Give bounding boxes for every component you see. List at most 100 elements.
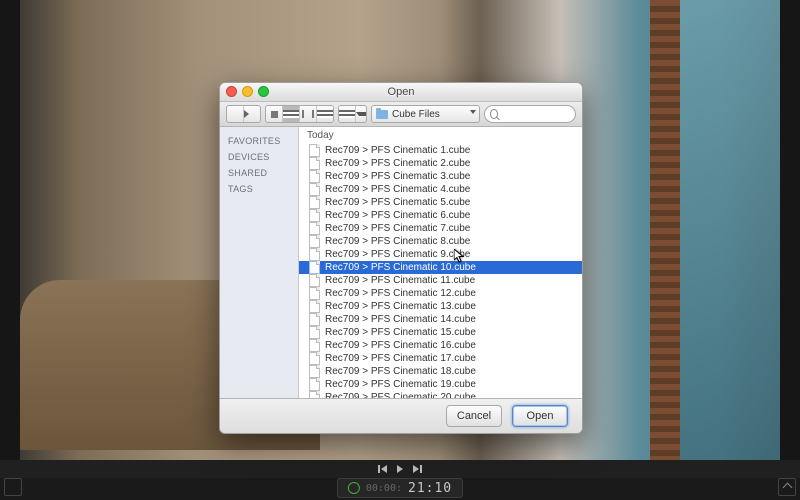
dialog-titlebar[interactable]: Open: [220, 83, 582, 102]
file-row[interactable]: Rec709 > PFS Cinematic 1.cube: [299, 144, 582, 157]
search-field[interactable]: [484, 105, 576, 123]
group-header: Today: [299, 127, 582, 144]
sidebar: FAVORITESDEVICESSHAREDTAGS: [220, 127, 299, 398]
file-row[interactable]: Rec709 > PFS Cinematic 18.cube: [299, 365, 582, 378]
file-row[interactable]: Rec709 > PFS Cinematic 19.cube: [299, 378, 582, 391]
file-row[interactable]: Rec709 > PFS Cinematic 4.cube: [299, 183, 582, 196]
cancel-button[interactable]: Cancel: [446, 405, 502, 427]
back-button[interactable]: [227, 106, 244, 122]
next-button[interactable]: [413, 465, 422, 473]
location-label: Cube Files: [392, 109, 440, 120]
file-name: Rec709 > PFS Cinematic 17.cube: [325, 353, 476, 364]
file-row[interactable]: Rec709 > PFS Cinematic 2.cube: [299, 157, 582, 170]
file-icon: [309, 157, 320, 170]
coverflow-icon: [317, 110, 333, 118]
file-name: Rec709 > PFS Cinematic 4.cube: [325, 184, 470, 195]
columns-icon: [302, 110, 314, 118]
file-row[interactable]: Rec709 > PFS Cinematic 14.cube: [299, 313, 582, 326]
chevron-left-icon: [227, 110, 243, 118]
icon-view-button[interactable]: [266, 106, 283, 122]
left-corner-button[interactable]: [4, 478, 22, 496]
file-icon: [309, 196, 320, 209]
file-list[interactable]: Rec709 > PFS Cinematic 1.cube Rec709 > PF…: [299, 144, 582, 398]
sidebar-section-shared[interactable]: SHARED: [220, 165, 298, 181]
chevron-right-icon: [244, 110, 260, 118]
prev-button[interactable]: [378, 465, 387, 473]
timecode-display[interactable]: 00:00: 21:10: [337, 478, 463, 498]
arrange-icon: [339, 110, 355, 118]
file-name: Rec709 > PFS Cinematic 16.cube: [325, 340, 476, 351]
file-name: Rec709 > PFS Cinematic 1.cube: [325, 145, 470, 156]
scene-window: [680, 0, 780, 460]
file-icon: [309, 365, 320, 378]
file-name: Rec709 > PFS Cinematic 5.cube: [325, 197, 470, 208]
file-row[interactable]: Rec709 > PFS Cinematic 9.cube: [299, 248, 582, 261]
chevron-down-icon: [356, 112, 366, 116]
file-name: Rec709 > PFS Cinematic 19.cube: [325, 379, 476, 390]
scene-brick-pillar: [650, 0, 680, 460]
dialog-footer: Cancel Open: [220, 398, 582, 433]
record-indicator-icon: [348, 482, 360, 494]
dialog-toolbar: Cube Files: [220, 102, 582, 127]
file-row[interactable]: Rec709 > PFS Cinematic 13.cube: [299, 300, 582, 313]
file-icon: [309, 274, 320, 287]
column-view-button[interactable]: [300, 106, 317, 122]
file-row[interactable]: Rec709 > PFS Cinematic 10.cube: [299, 261, 582, 274]
file-row[interactable]: Rec709 > PFS Cinematic 3.cube: [299, 170, 582, 183]
player-strip: 00:00: 21:10: [0, 460, 800, 500]
minimize-icon[interactable]: [242, 86, 253, 97]
frame-letterbox-left: [0, 0, 20, 500]
search-icon: [490, 109, 498, 119]
timecode-prefix: 00:00:: [366, 483, 402, 494]
file-row[interactable]: Rec709 > PFS Cinematic 6.cube: [299, 209, 582, 222]
open-dialog: Open Cube Files FAVORITESDEVICESSHAREDTA…: [219, 82, 583, 434]
file-row[interactable]: Rec709 > PFS Cinematic 11.cube: [299, 274, 582, 287]
forward-button[interactable]: [244, 106, 260, 122]
list-view-button[interactable]: [283, 106, 300, 122]
file-icon: [309, 352, 320, 365]
arrange-menu[interactable]: [338, 105, 367, 123]
file-name: Rec709 > PFS Cinematic 18.cube: [325, 366, 476, 377]
file-row[interactable]: Rec709 > PFS Cinematic 15.cube: [299, 326, 582, 339]
list-icon: [283, 110, 299, 118]
playback-controls: [0, 460, 800, 478]
file-name: Rec709 > PFS Cinematic 9.cube: [325, 249, 470, 260]
folder-icon: [376, 110, 388, 119]
file-row[interactable]: Rec709 > PFS Cinematic 17.cube: [299, 352, 582, 365]
coverflow-view-button[interactable]: [317, 106, 333, 122]
file-name: Rec709 > PFS Cinematic 14.cube: [325, 314, 476, 325]
file-row[interactable]: Rec709 > PFS Cinematic 12.cube: [299, 287, 582, 300]
file-icon: [309, 300, 320, 313]
file-icon: [309, 209, 320, 222]
fullscreen-button[interactable]: [778, 478, 796, 496]
grid-icon: [271, 111, 278, 118]
file-row[interactable]: Rec709 > PFS Cinematic 7.cube: [299, 222, 582, 235]
file-name: Rec709 > PFS Cinematic 13.cube: [325, 301, 476, 312]
file-name: Rec709 > PFS Cinematic 3.cube: [325, 171, 470, 182]
file-name: Rec709 > PFS Cinematic 2.cube: [325, 158, 470, 169]
file-icon: [309, 326, 320, 339]
sidebar-section-devices[interactable]: DEVICES: [220, 149, 298, 165]
close-icon[interactable]: [226, 86, 237, 97]
zoom-icon[interactable]: [258, 86, 269, 97]
view-mode-segment: [265, 105, 334, 123]
file-icon: [309, 170, 320, 183]
dialog-title: Open: [388, 86, 415, 98]
file-name: Rec709 > PFS Cinematic 11.cube: [325, 275, 475, 286]
file-icon: [309, 339, 320, 352]
file-name: Rec709 > PFS Cinematic 10.cube: [325, 262, 476, 273]
file-row[interactable]: Rec709 > PFS Cinematic 8.cube: [299, 235, 582, 248]
file-row[interactable]: Rec709 > PFS Cinematic 20.cube: [299, 391, 582, 398]
sidebar-section-tags[interactable]: TAGS: [220, 181, 298, 197]
file-icon: [309, 261, 320, 274]
open-button[interactable]: Open: [512, 405, 568, 427]
file-icon: [309, 144, 320, 157]
play-button[interactable]: [397, 465, 403, 473]
file-row[interactable]: Rec709 > PFS Cinematic 5.cube: [299, 196, 582, 209]
location-popup[interactable]: Cube Files: [371, 105, 480, 123]
search-input[interactable]: [501, 108, 570, 121]
file-row[interactable]: Rec709 > PFS Cinematic 16.cube: [299, 339, 582, 352]
sidebar-section-favorites[interactable]: FAVORITES: [220, 133, 298, 149]
file-name: Rec709 > PFS Cinematic 8.cube: [325, 236, 470, 247]
frame-letterbox-right: [780, 0, 800, 500]
